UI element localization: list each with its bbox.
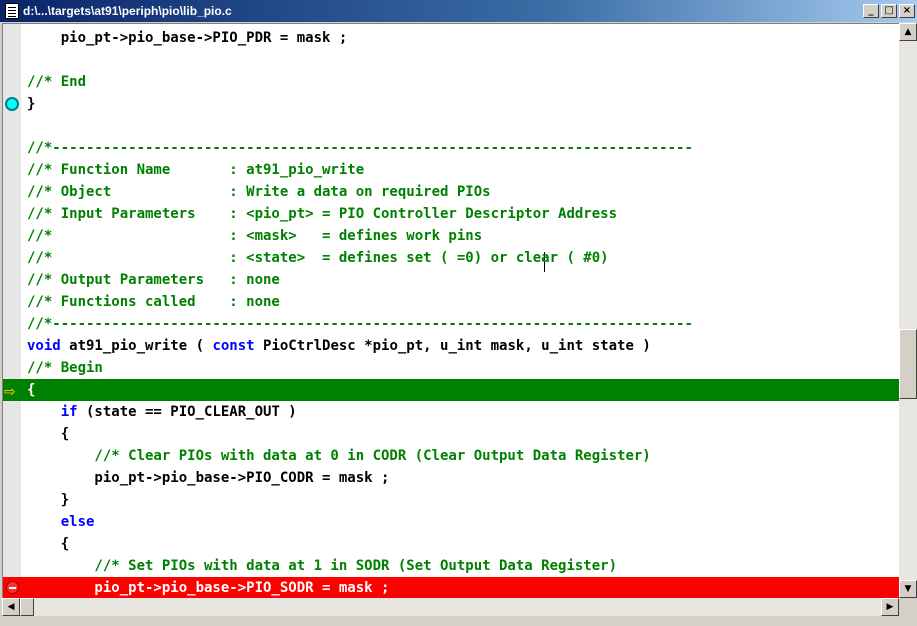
code-text: //* Input Parameters : <pio_pt> = PIO Co… xyxy=(27,206,618,222)
code-text: //* : <mask> = defines work pins xyxy=(27,228,483,244)
code-line[interactable]: if (state == PIO_CLEAR_OUT ) xyxy=(3,401,899,423)
code-line[interactable]: //* Output Parameters : none xyxy=(3,269,899,291)
code-text: } xyxy=(27,96,36,112)
scroll-left-button[interactable]: ◀ xyxy=(2,598,20,616)
minimize-button[interactable]: _ xyxy=(863,4,879,18)
code-text: pio_pt->pio_base->PIO_CODR = mask ; xyxy=(27,470,390,486)
vertical-scrollbar[interactable]: ▲ ▼ xyxy=(899,23,917,598)
code-line[interactable]: //*-------------------------------------… xyxy=(3,313,899,335)
code-line[interactable]: //*-------------------------------------… xyxy=(3,137,899,159)
maximize-button[interactable]: □ xyxy=(881,4,897,18)
title-bar[interactable]: d:\...\targets\at91\periph\pio\lib_pio.c… xyxy=(0,0,917,22)
resize-grip[interactable] xyxy=(899,598,917,616)
window-controls: _ □ × xyxy=(861,4,915,18)
code-text: //*-------------------------------------… xyxy=(27,316,693,332)
code-line[interactable]: //* Clear PIOs with data at 0 in CODR (C… xyxy=(3,445,899,467)
editor-window: d:\...\targets\at91\periph\pio\lib_pio.c… xyxy=(0,0,917,626)
code-token: (state == PIO_CLEAR_OUT ) xyxy=(77,404,297,420)
code-line[interactable]: //* Begin xyxy=(3,357,899,379)
code-line[interactable]: pio_pt->pio_base->PIO_PDR = mask ; xyxy=(3,27,899,49)
breakpoint-icon[interactable] xyxy=(6,581,19,594)
horizontal-scrollbar[interactable]: ◀ ▶ xyxy=(2,598,899,616)
keyword-token: if xyxy=(27,404,78,420)
code-text: else xyxy=(27,514,95,530)
code-text: //* Output Parameters : none xyxy=(27,272,280,288)
code-line[interactable]: { xyxy=(3,423,899,445)
code-line[interactable] xyxy=(3,49,899,71)
code-line[interactable]: //* Function Name : at91_pio_write xyxy=(3,159,899,181)
keyword-token: void xyxy=(27,338,61,354)
code-line[interactable]: pio_pt->pio_base->PIO_CODR = mask ; xyxy=(3,467,899,489)
code-text: //* Begin xyxy=(27,360,103,376)
code-token: PioCtrlDesc *pio_pt, u_int mask, u_int s… xyxy=(254,338,651,354)
scroll-up-button[interactable]: ▲ xyxy=(899,23,917,41)
code-token: at91_pio_write ( xyxy=(60,338,213,354)
code-line[interactable]: } xyxy=(3,489,899,511)
code-text: } xyxy=(27,492,70,508)
code-text: //* Set PIOs with data at 1 in SODR (Set… xyxy=(27,558,618,574)
code-text: //*-------------------------------------… xyxy=(27,140,693,156)
document-icon xyxy=(5,3,19,19)
code-text: //* Function Name : at91_pio_write xyxy=(27,162,365,178)
code-line[interactable]: else xyxy=(3,511,899,533)
code-text: pio_pt->pio_base->PIO_PDR = mask ; xyxy=(27,30,348,46)
code-line[interactable]: //* Input Parameters : <pio_pt> = PIO Co… xyxy=(3,203,899,225)
code-text: if (state == PIO_CLEAR_OUT ) xyxy=(27,401,297,423)
code-text: //* : <state> = defines set ( =0) or cle… xyxy=(27,250,609,266)
close-button[interactable]: × xyxy=(899,4,915,18)
code-line[interactable]: //* : <mask> = defines work pins xyxy=(3,225,899,247)
scroll-down-button[interactable]: ▼ xyxy=(899,580,917,598)
code-text: { xyxy=(27,382,36,398)
code-line[interactable]: } xyxy=(3,93,899,115)
code-line[interactable]: //* Object : Write a data on required PI… xyxy=(3,181,899,203)
code-editor[interactable]: pio_pt->pio_base->PIO_PDR = mask ; //* En… xyxy=(2,23,899,598)
bookmark-icon[interactable] xyxy=(5,97,19,111)
code-line[interactable]: //* : <state> = defines set ( =0) or cle… xyxy=(3,247,899,269)
code-text: //* Clear PIOs with data at 0 in CODR (C… xyxy=(27,448,651,464)
code-line[interactable]: ⇨{ xyxy=(3,379,899,401)
code-line[interactable]: //* Set PIOs with data at 1 in SODR (Set… xyxy=(3,555,899,577)
scroll-right-button[interactable]: ▶ xyxy=(881,598,899,616)
horizontal-scroll-thumb[interactable] xyxy=(20,598,34,616)
code-line[interactable]: { xyxy=(3,533,899,555)
code-text: void at91_pio_write ( const PioCtrlDesc … xyxy=(27,335,651,357)
code-text: pio_pt->pio_base->PIO_SODR = mask ; xyxy=(27,580,390,596)
code-text: //* End xyxy=(27,74,87,90)
vertical-scroll-thumb[interactable] xyxy=(899,329,917,399)
code-text: //* Functions called : none xyxy=(27,294,280,310)
code-text: //* Object : Write a data on required PI… xyxy=(27,184,491,200)
code-line[interactable]: void at91_pio_write ( const PioCtrlDesc … xyxy=(3,335,899,357)
code-line[interactable]: pio_pt->pio_base->PIO_SODR = mask ; xyxy=(3,577,899,598)
current-line-arrow-icon[interactable]: ⇨ xyxy=(4,381,16,403)
code-line[interactable]: //* End xyxy=(3,71,899,93)
window-title: d:\...\targets\at91\periph\pio\lib_pio.c xyxy=(23,4,232,18)
keyword-token: const xyxy=(212,338,255,354)
code-text: { xyxy=(27,536,70,552)
code-text: { xyxy=(27,426,70,442)
code-line[interactable]: //* Functions called : none xyxy=(3,291,899,313)
code-line[interactable] xyxy=(3,115,899,137)
